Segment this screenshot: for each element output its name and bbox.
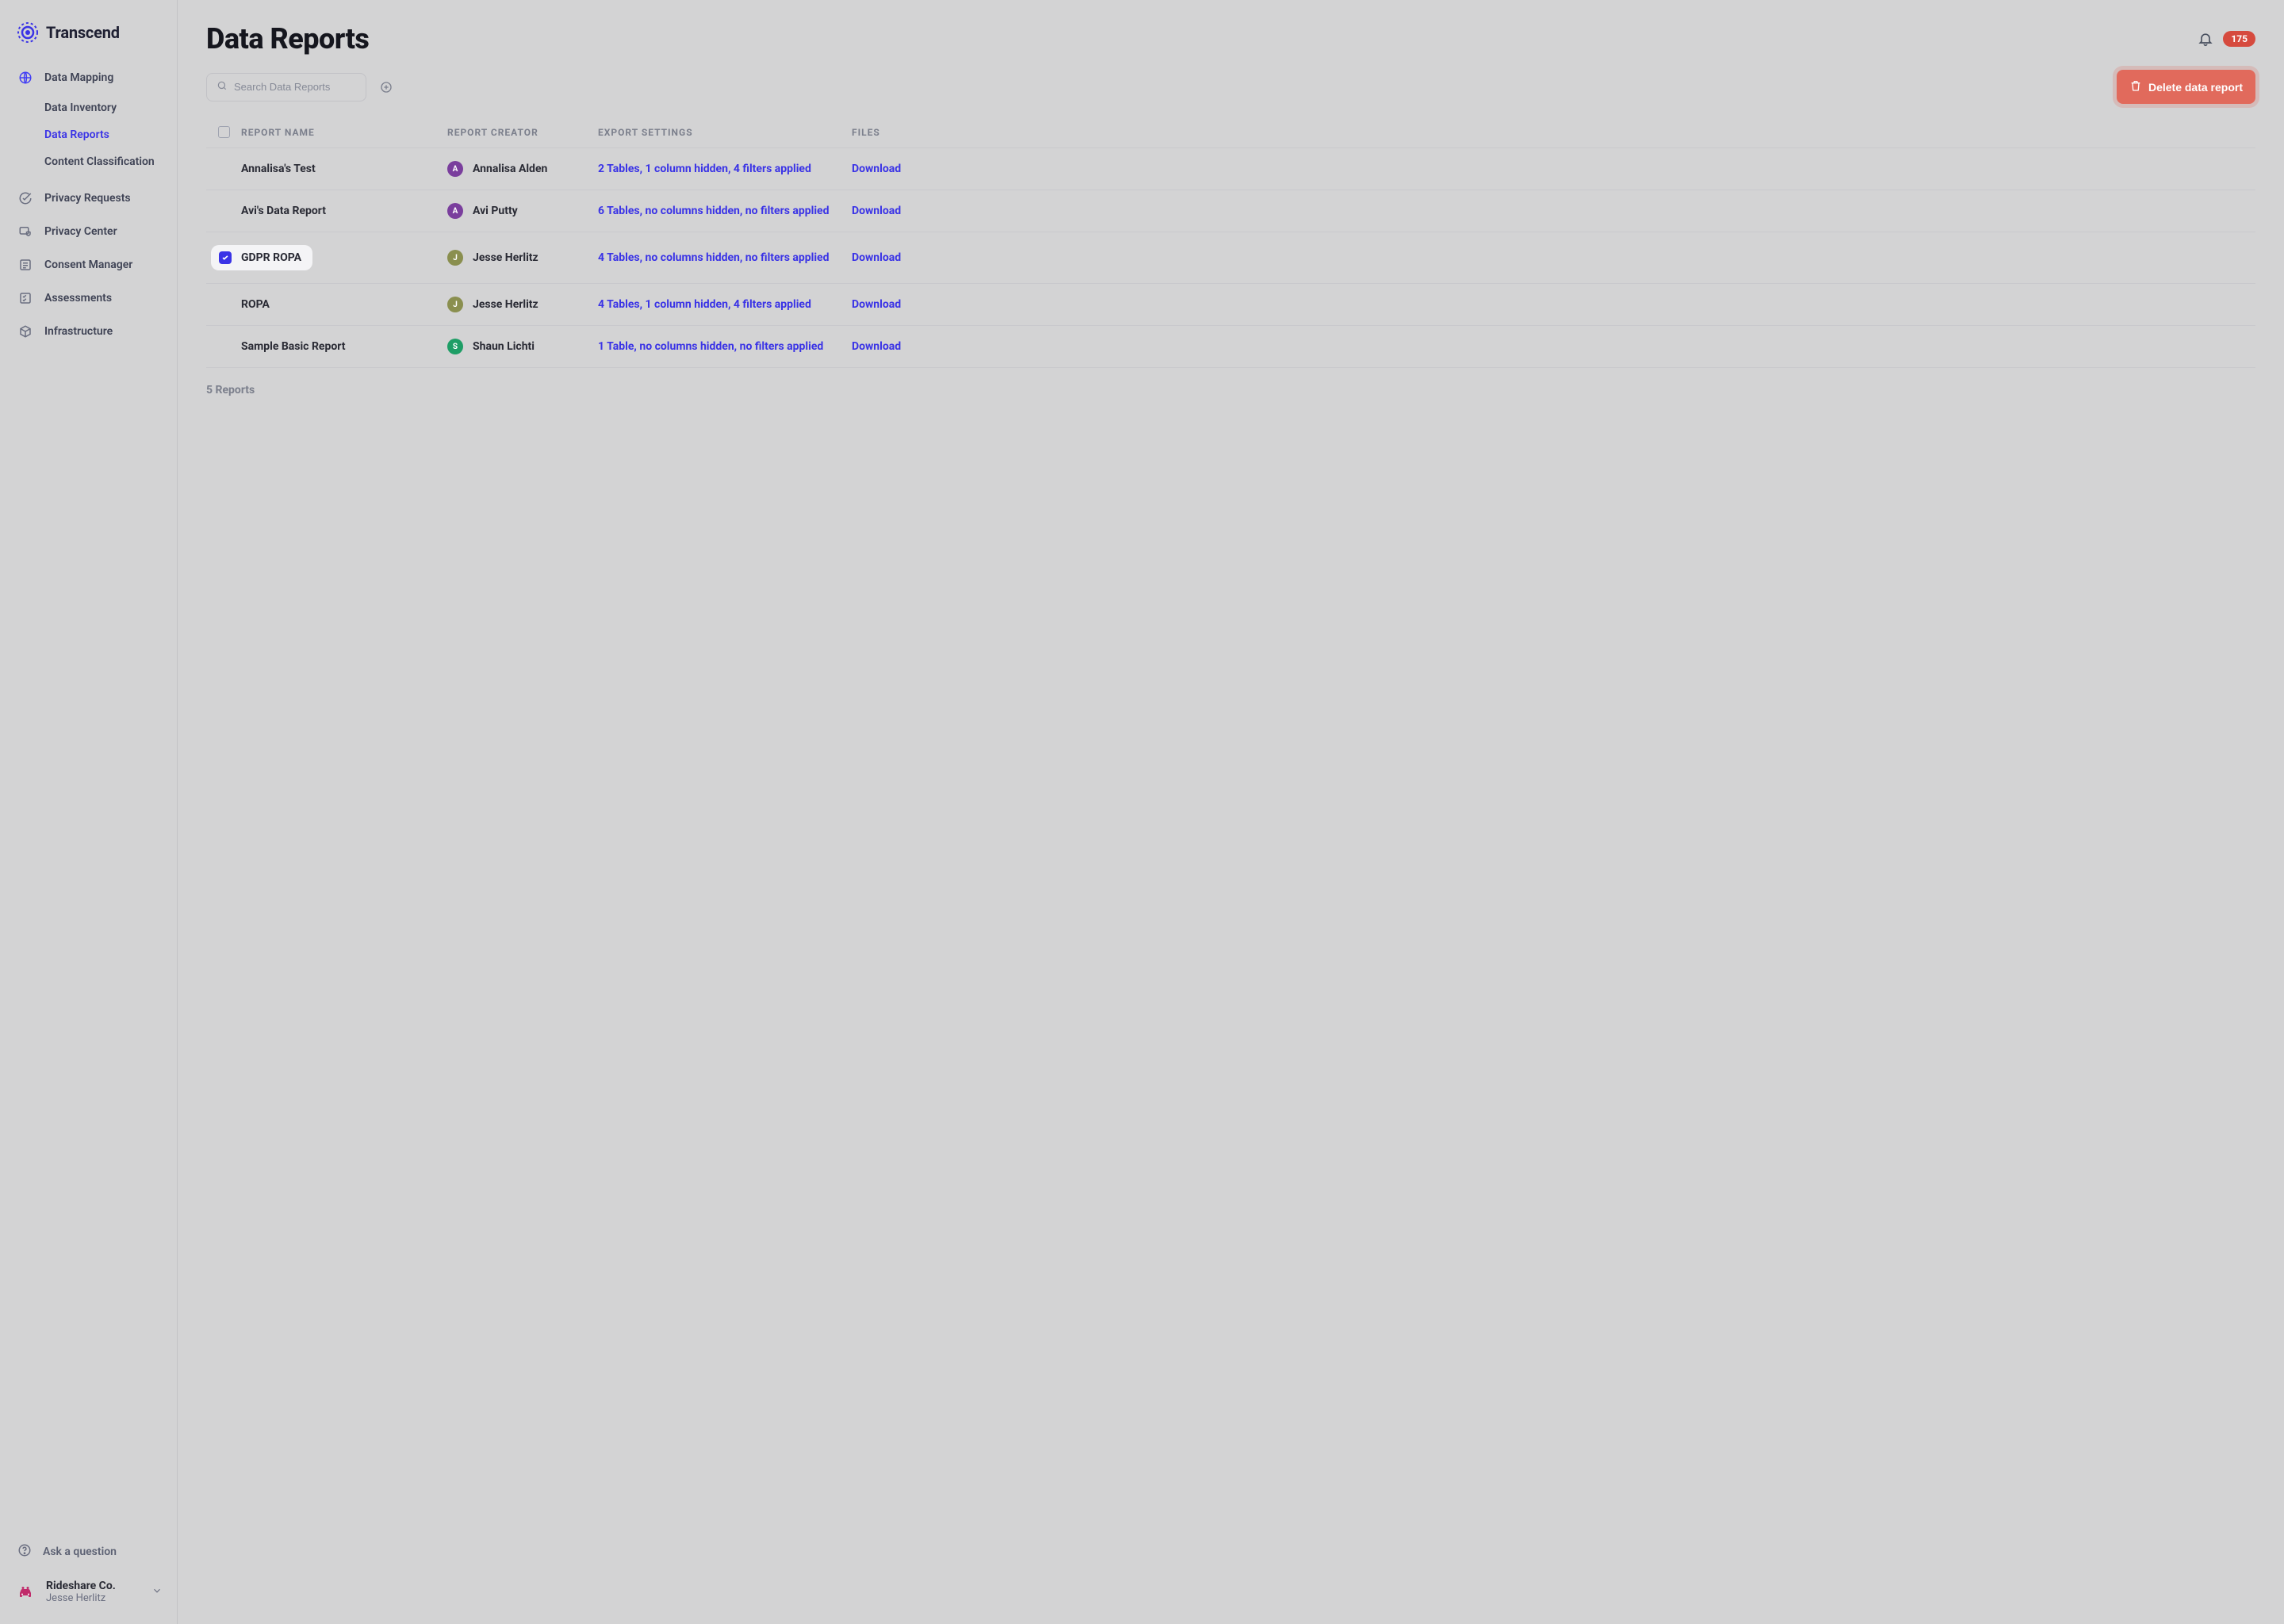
download-link[interactable]: Download <box>844 298 947 311</box>
row-checkbox-checked[interactable] <box>219 251 232 264</box>
nav-data-reports[interactable]: Data Reports <box>6 122 171 147</box>
selected-pill: GDPR ROPA <box>211 245 312 270</box>
cube-icon <box>17 324 33 339</box>
nav-data-mapping[interactable]: Data Mapping <box>6 62 171 94</box>
report-name: Annalisa's Test <box>241 163 447 175</box>
creator-name: Shaun Lichti <box>473 340 535 353</box>
brand-mark-icon <box>17 22 38 43</box>
row-count: 5 Reports <box>206 368 2255 412</box>
bell-icon[interactable] <box>2198 31 2213 47</box>
ask-label: Ask a question <box>43 1545 117 1558</box>
creator-name: Avi Putty <box>473 205 518 217</box>
export-settings-link[interactable]: 4 Tables, no columns hidden, no filters … <box>598 251 844 264</box>
export-settings-link[interactable]: 1 Table, no columns hidden, no filters a… <box>598 340 844 353</box>
report-name: Avi's Data Report <box>241 205 447 217</box>
brand-logo: Transcend <box>0 13 177 62</box>
sidebar: Transcend Data Mapping Data Inventory Da… <box>0 0 178 1624</box>
creator-name: Jesse Herlitz <box>473 298 538 311</box>
form-icon <box>17 257 33 273</box>
col-export: EXPORT SETTINGS <box>598 127 844 138</box>
nav-privacy-center[interactable]: Privacy Center <box>6 216 171 247</box>
card-shield-icon <box>17 224 33 239</box>
org-name: Rideshare Co. <box>46 1580 116 1593</box>
col-creator: REPORT CREATOR <box>447 127 598 138</box>
reports-table: REPORT NAME REPORT CREATOR EXPORT SETTIN… <box>206 117 2255 368</box>
org-switcher[interactable]: Rideshare Co. Jesse Herlitz <box>0 1568 177 1611</box>
table-row[interactable]: Sample Basic Report S Shaun Lichti 1 Tab… <box>206 326 2255 368</box>
nav-privacy-requests[interactable]: Privacy Requests <box>6 182 171 214</box>
page-header: Data Reports 175 <box>206 22 2255 56</box>
report-name: Sample Basic Report <box>241 340 447 353</box>
ask-question[interactable]: Ask a question <box>0 1535 177 1568</box>
nav-label: Privacy Requests <box>44 192 131 205</box>
nav-label: Data Mapping <box>44 71 113 84</box>
nav-label: Privacy Center <box>44 225 117 238</box>
export-settings-link[interactable]: 6 Tables, no columns hidden, no filters … <box>598 205 844 217</box>
download-link[interactable]: Download <box>844 340 947 353</box>
avatar: A <box>447 161 463 177</box>
export-settings-link[interactable]: 4 Tables, 1 column hidden, 4 filters app… <box>598 298 844 311</box>
export-settings-link[interactable]: 2 Tables, 1 column hidden, 4 filters app… <box>598 163 844 175</box>
col-files: FILES <box>844 127 947 138</box>
chat-check-icon <box>17 190 33 206</box>
avatar: S <box>447 339 463 354</box>
download-link[interactable]: Download <box>844 163 947 175</box>
search-box[interactable] <box>206 73 366 102</box>
col-name: REPORT NAME <box>241 127 447 138</box>
nav-label: Infrastructure <box>44 325 113 338</box>
notification-badge[interactable]: 175 <box>2223 31 2255 47</box>
avatar: J <box>447 250 463 266</box>
search-input[interactable] <box>234 81 374 93</box>
help-icon <box>17 1543 32 1561</box>
checklist-icon <box>17 290 33 306</box>
primary-nav: Data Mapping Data Inventory Data Reports… <box>0 62 177 347</box>
trash-icon <box>2129 79 2142 94</box>
nav-label: Consent Manager <box>44 259 132 271</box>
car-icon <box>14 1581 36 1603</box>
chevron-down-icon <box>151 1585 163 1599</box>
nav-content-classification[interactable]: Content Classification <box>6 149 171 174</box>
creator-name: Annalisa Alden <box>473 163 547 175</box>
page-title: Data Reports <box>206 22 369 56</box>
globe-icon <box>17 70 33 86</box>
avatar: J <box>447 297 463 312</box>
select-all-checkbox[interactable] <box>218 126 230 138</box>
nav-consent-manager[interactable]: Consent Manager <box>6 249 171 281</box>
table-row[interactable]: Annalisa's Test A Annalisa Alden 2 Table… <box>206 148 2255 190</box>
table-row[interactable]: Avi's Data Report A Avi Putty 6 Tables, … <box>206 190 2255 232</box>
nav-data-inventory[interactable]: Data Inventory <box>6 95 171 121</box>
download-link[interactable]: Download <box>844 205 947 217</box>
nav-assessments[interactable]: Assessments <box>6 282 171 314</box>
avatar: A <box>447 203 463 219</box>
org-user: Jesse Herlitz <box>46 1592 116 1605</box>
brand-name: Transcend <box>46 23 120 42</box>
delete-report-button[interactable]: Delete data report <box>2117 70 2255 104</box>
search-icon <box>217 80 228 94</box>
table-row[interactable]: GDPR ROPA J Jesse Herlitz 4 Tables, no c… <box>206 232 2255 284</box>
nav-infrastructure[interactable]: Infrastructure <box>6 316 171 347</box>
creator-name: Jesse Herlitz <box>473 251 538 264</box>
main-content: Data Reports 175 Delete data report REPO… <box>178 0 2284 1624</box>
plus-circle-icon[interactable] <box>380 81 393 94</box>
delete-label: Delete data report <box>2148 81 2243 94</box>
report-name: ROPA <box>241 298 447 311</box>
table-header: REPORT NAME REPORT CREATOR EXPORT SETTIN… <box>206 117 2255 148</box>
nav-label: Assessments <box>44 292 112 304</box>
table-row[interactable]: ROPA J Jesse Herlitz 4 Tables, 1 column … <box>206 284 2255 326</box>
download-link[interactable]: Download <box>844 251 947 264</box>
report-name: GDPR ROPA <box>241 251 301 264</box>
toolbar: Delete data report <box>206 70 2255 104</box>
